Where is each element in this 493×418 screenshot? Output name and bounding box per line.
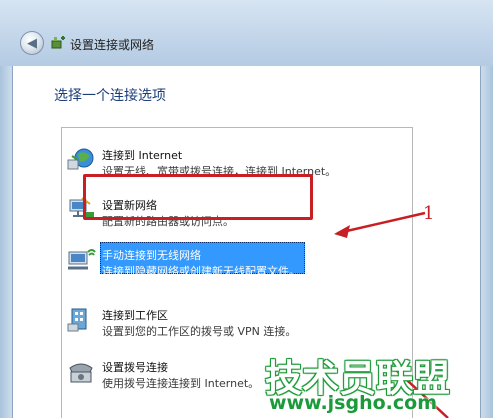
- option-title: 连接到工作区: [102, 309, 168, 322]
- globe-connect-icon: [67, 148, 94, 170]
- option-description: 设置到您的工作区的拨号或 VPN 连接。: [102, 325, 297, 338]
- back-arrow-icon: ◀: [27, 35, 37, 51]
- title-bar: ◀ 设置连接或网络: [0, 0, 493, 66]
- option-title: 手动连接到无线网络: [102, 249, 201, 262]
- option-title: 设置拨号连接: [102, 361, 168, 374]
- watermark-url: www.jsgho.com: [269, 392, 437, 414]
- annotation-highlight-frame: [83, 174, 313, 220]
- option-title: 连接到 Internet: [102, 149, 183, 162]
- option-workplace[interactable]: 连接到工作区 设置到您的工作区的拨号或 VPN 连接。: [62, 298, 412, 346]
- dialup-phone-icon: [69, 363, 93, 383]
- wireless-network-icon: [68, 249, 96, 270]
- workplace-icon: [67, 308, 87, 332]
- network-wizard-icon: [51, 36, 65, 49]
- option-manual-wireless[interactable]: 手动连接到无线网络 连接到隐藏网络或创建新无线配置文件。: [62, 238, 412, 286]
- option-description: 连接到隐藏网络或创建新无线配置文件。: [102, 265, 300, 278]
- option-description: 使用拨号连接连接到 Internet。: [102, 377, 260, 390]
- window-title: 设置连接或网络: [70, 38, 155, 52]
- watermark: 技术员联盟 www.jsgho.com: [265, 348, 493, 418]
- page-heading: 选择一个连接选项: [54, 88, 166, 104]
- back-button[interactable]: ◀: [20, 31, 44, 55]
- annotation-number: 1: [423, 203, 435, 224]
